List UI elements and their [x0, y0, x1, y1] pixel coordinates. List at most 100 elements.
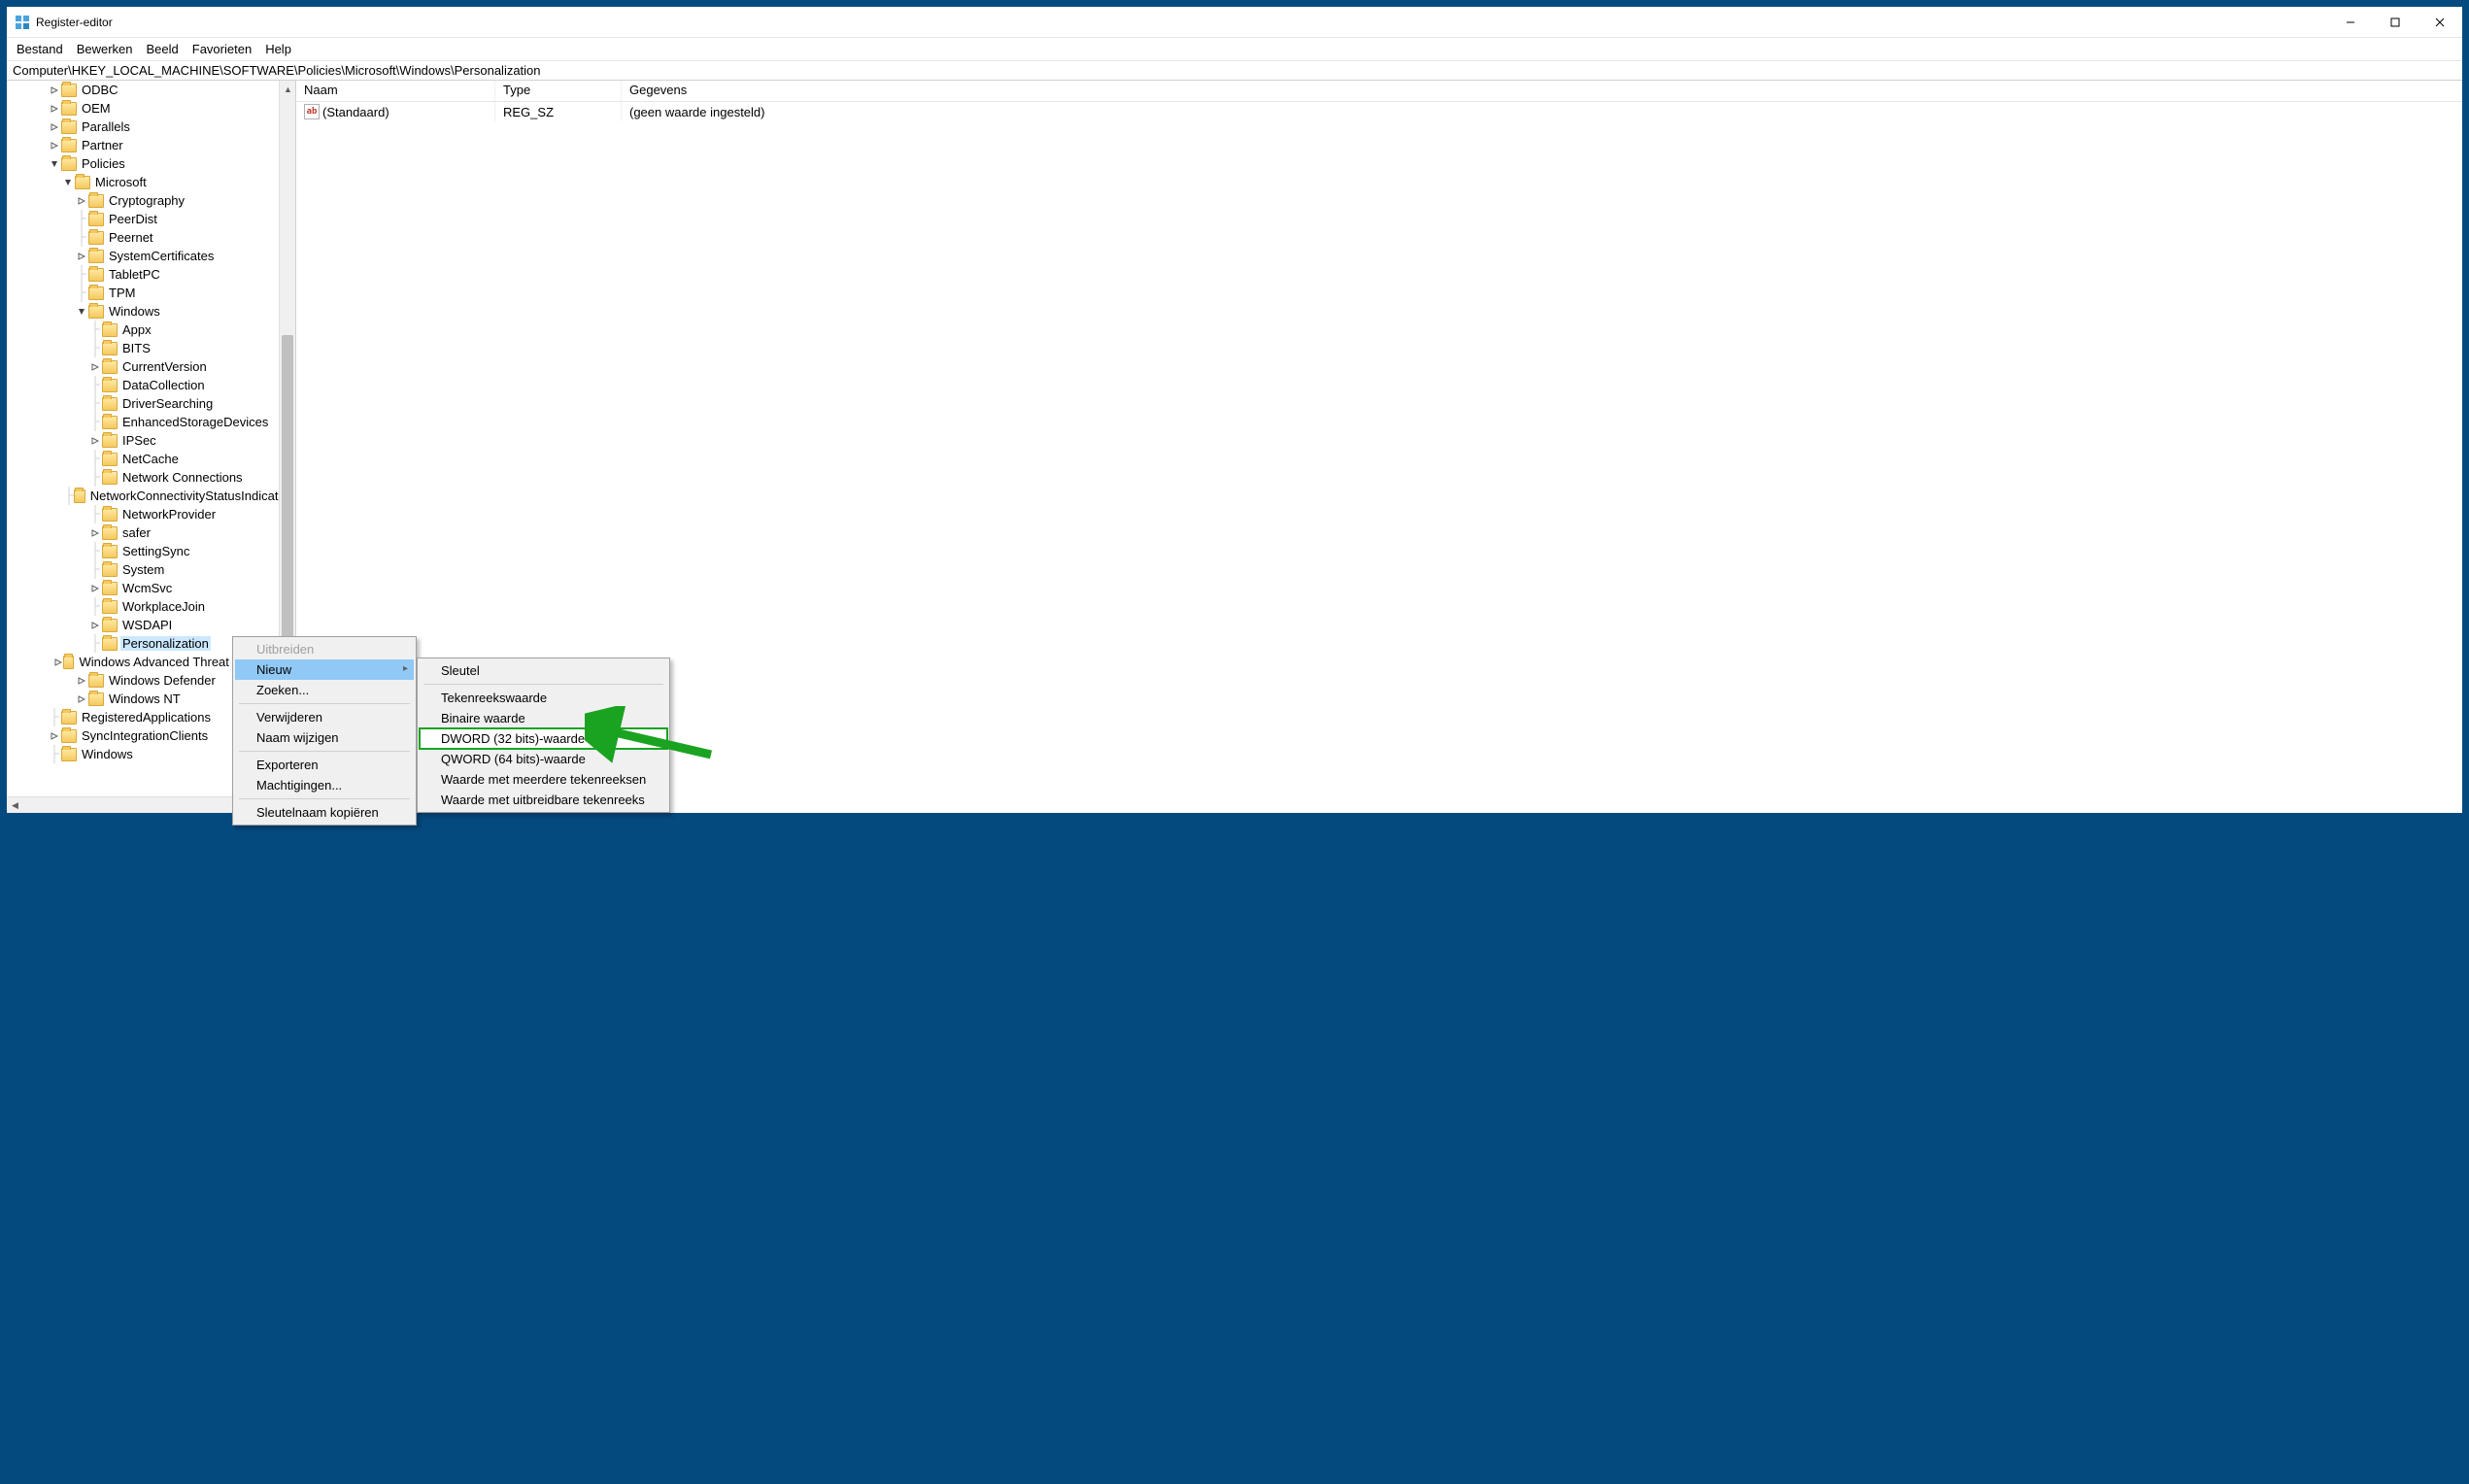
chevron-right-icon[interactable]	[75, 677, 88, 685]
chevron-right-icon[interactable]	[75, 695, 88, 703]
tree-item[interactable]: safer	[7, 523, 295, 542]
tree-item[interactable]: Parallels	[7, 118, 295, 136]
chevron-right-icon[interactable]	[75, 197, 88, 205]
folder-icon	[88, 674, 104, 688]
tree-connector	[88, 560, 102, 579]
tree-item-label: NetworkConnectivityStatusIndicator	[88, 489, 291, 503]
tree-item[interactable]: DataCollection	[7, 376, 295, 394]
values-list[interactable]: ab(Standaard)REG_SZ(geen waarde ingestel…	[296, 102, 2462, 121]
context-item[interactable]: Zoeken...	[235, 680, 414, 700]
column-data[interactable]: Gegevens	[622, 81, 2462, 101]
tree-item[interactable]: PeerDist	[7, 210, 295, 228]
submenu-item[interactable]: Sleutel	[420, 660, 667, 681]
tree-item[interactable]: NetworkProvider	[7, 505, 295, 523]
tree-item[interactable]: BITS	[7, 339, 295, 357]
context-item[interactable]: Nieuw▸	[235, 659, 414, 680]
tree-item[interactable]: EnhancedStorageDevices	[7, 413, 295, 431]
context-item[interactable]: Exporteren	[235, 755, 414, 775]
tree-item-label: Peernet	[107, 230, 155, 245]
tree-item[interactable]: Policies	[7, 154, 295, 173]
chevron-right-icon[interactable]	[48, 142, 61, 150]
chevron-right-icon: ▸	[403, 663, 408, 674]
tree-item[interactable]: OEM	[7, 99, 295, 118]
submenu-item[interactable]: Tekenreekswaarde	[420, 688, 667, 708]
tree-item-label: EnhancedStorageDevices	[120, 415, 270, 429]
value-row[interactable]: ab(Standaard)REG_SZ(geen waarde ingestel…	[296, 102, 2462, 121]
tree-item[interactable]: ODBC	[7, 81, 295, 99]
tree-item[interactable]: Windows	[7, 302, 295, 320]
context-menu[interactable]: UitbreidenNieuw▸Zoeken... VerwijderenNaam…	[232, 636, 417, 826]
chevron-right-icon[interactable]	[88, 363, 102, 371]
tree-item[interactable]: Network Connections	[7, 468, 295, 487]
menu-help[interactable]: Help	[259, 40, 297, 58]
chevron-right-icon[interactable]	[48, 732, 61, 740]
tree-connector	[88, 376, 102, 394]
chevron-right-icon[interactable]	[48, 105, 61, 113]
values-header[interactable]: Naam Type Gegevens	[296, 81, 2462, 102]
tree-item[interactable]: NetworkConnectivityStatusIndicator	[7, 487, 295, 505]
address-bar[interactable]: Computer\HKEY_LOCAL_MACHINE\SOFTWARE\Pol…	[7, 61, 2462, 81]
tree-item[interactable]: Microsoft	[7, 173, 295, 191]
chevron-down-icon[interactable]	[48, 160, 61, 168]
submenu-item[interactable]: Binaire waarde	[420, 708, 667, 728]
tree-item[interactable]: TPM	[7, 284, 295, 302]
context-item: Uitbreiden	[235, 639, 414, 659]
chevron-right-icon[interactable]	[88, 437, 102, 445]
submenu-item[interactable]: Waarde met meerdere tekenreeksen	[420, 769, 667, 790]
tree-connector	[88, 468, 102, 487]
chevron-down-icon[interactable]	[75, 308, 88, 316]
folder-icon	[88, 250, 104, 263]
menu-bewerken[interactable]: Bewerken	[71, 40, 139, 58]
tree-item[interactable]: System	[7, 560, 295, 579]
scroll-left-icon[interactable]: ◀	[7, 797, 23, 813]
tree-item[interactable]: DriverSearching	[7, 394, 295, 413]
chevron-right-icon[interactable]	[48, 123, 61, 131]
submenu-item[interactable]: QWORD (64 bits)-waarde	[420, 749, 667, 769]
submenu-item[interactable]: Waarde met uitbreidbare tekenreeks	[420, 790, 667, 810]
context-item[interactable]: Machtigingen...	[235, 775, 414, 795]
chevron-right-icon[interactable]	[48, 86, 61, 94]
close-button[interactable]	[2418, 7, 2462, 38]
tree-item[interactable]: NetCache	[7, 450, 295, 468]
chevron-right-icon[interactable]	[75, 253, 88, 260]
tree-item[interactable]: WSDAPI	[7, 616, 295, 634]
tree-item[interactable]: Appx	[7, 320, 295, 339]
menu-beeld[interactable]: Beeld	[141, 40, 185, 58]
submenu-item[interactable]: DWORD (32 bits)-waarde	[420, 728, 667, 749]
column-type[interactable]: Type	[495, 81, 622, 101]
folder-icon	[102, 416, 118, 429]
value-data: (geen waarde ingesteld)	[622, 103, 2462, 121]
folder-icon	[102, 508, 118, 522]
folder-icon	[102, 323, 118, 337]
scroll-up-icon[interactable]: ▲	[280, 81, 296, 97]
column-name[interactable]: Naam	[296, 81, 495, 101]
menu-favorieten[interactable]: Favorieten	[186, 40, 257, 58]
chevron-right-icon[interactable]	[88, 585, 102, 592]
tree-item[interactable]: Peernet	[7, 228, 295, 247]
tree-item[interactable]: Partner	[7, 136, 295, 154]
tree-item[interactable]: WorkplaceJoin	[7, 597, 295, 616]
menu-bestand[interactable]: Bestand	[11, 40, 69, 58]
maximize-button[interactable]	[2373, 7, 2418, 38]
context-item[interactable]: Sleutelnaam kopiëren	[235, 802, 414, 823]
chevron-right-icon[interactable]	[53, 658, 63, 666]
tree-item-label: Windows Defender	[107, 673, 218, 688]
tree-item[interactable]: SystemCertificates	[7, 247, 295, 265]
tree-item[interactable]: WcmSvc	[7, 579, 295, 597]
tree-item[interactable]: CurrentVersion	[7, 357, 295, 376]
chevron-right-icon[interactable]	[88, 529, 102, 537]
tree-item[interactable]: SettingSync	[7, 542, 295, 560]
chevron-right-icon[interactable]	[88, 622, 102, 629]
tree-item-label: BITS	[120, 341, 152, 355]
tree-connector	[48, 745, 61, 763]
tree-item-label: Partner	[80, 138, 125, 152]
context-item[interactable]: Verwijderen	[235, 707, 414, 727]
tree-item[interactable]: TabletPC	[7, 265, 295, 284]
context-submenu-new[interactable]: Sleutel TekenreekswaardeBinaire waardeDWO…	[417, 658, 670, 813]
chevron-down-icon[interactable]	[61, 179, 75, 186]
minimize-button[interactable]	[2328, 7, 2373, 38]
context-item[interactable]: Naam wijzigen	[235, 727, 414, 748]
tree-item[interactable]: IPSec	[7, 431, 295, 450]
folder-icon	[102, 600, 118, 614]
tree-item[interactable]: Cryptography	[7, 191, 295, 210]
